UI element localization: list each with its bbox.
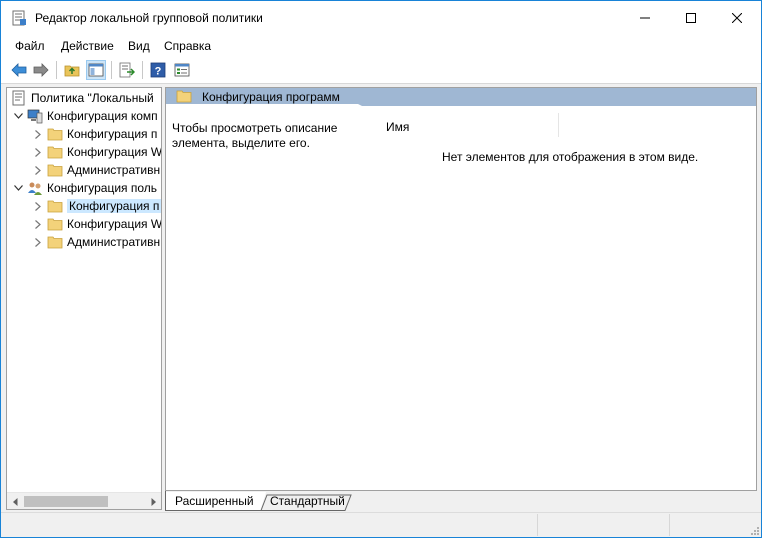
app-window: Редактор локальной групповой политики Фа… <box>0 0 762 538</box>
details-header: Конфигурация программ <box>166 88 756 106</box>
column-name-label: Имя <box>386 120 410 134</box>
tree-item-label: Административн <box>67 235 161 249</box>
up-folder-icon <box>64 65 80 77</box>
view-tabs: Расширенный Стандартный <box>165 491 757 511</box>
chevron-right-icon[interactable] <box>33 233 43 251</box>
status-bar <box>1 512 761 537</box>
menu-file[interactable]: Файл <box>15 39 45 53</box>
tree-item-label: Конфигурация W <box>67 217 162 231</box>
menu-help[interactable]: Справка <box>164 39 211 53</box>
tree-pane: Политика "Локальный Конфигурация комп Ко… <box>6 87 162 510</box>
chevron-down-icon[interactable] <box>13 107 23 125</box>
menu-action[interactable]: Действие <box>61 39 114 53</box>
tree-item-computer-software[interactable]: Конфигурация п <box>33 125 157 143</box>
maximize-icon <box>686 13 696 23</box>
details-title: Конфигурация программ <box>202 90 340 104</box>
tree-item-label: Конфигурация поль <box>47 181 158 195</box>
forward-button[interactable] <box>31 60 51 80</box>
tree-item-computer-config[interactable]: Конфигурация комп <box>13 107 158 125</box>
tree-item-user-windows[interactable]: Конфигурация W <box>33 215 162 233</box>
chevron-right-icon[interactable] <box>33 161 43 179</box>
tree-item-user-config[interactable]: Конфигурация поль <box>13 179 157 197</box>
show-hide-tree-icon <box>88 63 104 77</box>
properties-view-button[interactable] <box>172 60 192 80</box>
scroll-right-icon[interactable] <box>145 493 161 509</box>
tab-extended-label: Расширенный <box>175 494 254 508</box>
chevron-right-icon[interactable] <box>33 215 43 233</box>
users-icon <box>27 180 43 196</box>
tree-item-label: Конфигурация W <box>67 145 162 159</box>
folder-icon <box>47 234 63 250</box>
policy-editor-icon <box>11 10 27 26</box>
tree-item-label: Конфигурация комп <box>47 109 158 123</box>
minimize-button[interactable] <box>622 1 668 35</box>
status-cell <box>537 514 669 536</box>
folder-icon <box>176 89 192 106</box>
header-notch <box>356 103 756 106</box>
chevron-down-icon[interactable] <box>13 179 23 197</box>
folder-icon <box>47 216 63 232</box>
computer-icon <box>27 108 43 124</box>
tree-item-user-software[interactable]: Конфигурация п <box>33 197 161 215</box>
back-button[interactable] <box>9 60 29 80</box>
column-header-name[interactable]: Имя <box>378 113 559 137</box>
details-pane: Конфигурация программ Чтобы просмотреть … <box>165 87 757 491</box>
back-arrow-icon <box>11 63 27 77</box>
tab-standard[interactable]: Стандартный <box>270 491 345 511</box>
export-list-button[interactable] <box>117 60 137 80</box>
tree-item-label: Политика "Локальный <box>31 91 154 105</box>
properties-view-icon <box>174 63 190 77</box>
folder-icon <box>47 198 63 214</box>
scroll-left-icon[interactable] <box>7 493 23 509</box>
menu-view[interactable]: Вид <box>128 39 150 53</box>
help-button[interactable]: ? <box>148 60 168 80</box>
minimize-icon <box>640 17 650 19</box>
up-folder-button[interactable] <box>62 60 82 80</box>
forward-arrow-icon <box>33 63 49 77</box>
tree-item-label: Административн <box>67 163 161 177</box>
tree-item-user-admin[interactable]: Административн <box>33 233 160 251</box>
menu-bar: Файл Действие Вид Справка <box>1 35 761 57</box>
toolbar-separator <box>142 61 143 79</box>
chevron-right-icon[interactable] <box>33 197 43 215</box>
scrollbar-thumb[interactable] <box>24 496 108 507</box>
export-list-icon <box>119 62 135 78</box>
tree-item-label: Конфигурация п <box>67 199 161 213</box>
help-icon: ? <box>150 62 166 78</box>
tree-item-computer-admin[interactable]: Административн <box>33 161 160 179</box>
tree-horizontal-scrollbar[interactable] <box>7 492 161 509</box>
svg-text:?: ? <box>155 66 162 78</box>
window-title: Редактор локальной групповой политики <box>35 11 263 25</box>
close-button[interactable] <box>714 1 760 35</box>
folder-icon <box>47 162 63 178</box>
resize-grip-icon[interactable] <box>749 525 759 535</box>
chevron-right-icon[interactable] <box>33 143 43 161</box>
toolbar-separator <box>56 61 57 79</box>
status-cell <box>669 514 757 536</box>
empty-list-message: Нет элементов для отображения в этом вид… <box>442 150 699 164</box>
column-divider[interactable] <box>558 113 559 137</box>
toolbar: ? <box>1 57 761 84</box>
maximize-button[interactable] <box>668 1 714 35</box>
close-icon <box>732 13 742 23</box>
description-text: Чтобы просмотреть описание элемента, выд… <box>172 121 338 150</box>
toolbar-separator <box>111 61 112 79</box>
show-hide-tree-button[interactable] <box>86 60 106 80</box>
title-bar: Редактор локальной групповой политики <box>1 1 761 35</box>
policy-document-icon <box>11 90 27 106</box>
tree-item-computer-windows[interactable]: Конфигурация W <box>33 143 162 161</box>
tab-extended[interactable]: Расширенный <box>175 491 254 511</box>
folder-icon <box>47 144 63 160</box>
tree-item-label: Конфигурация п <box>67 127 158 141</box>
folder-icon <box>47 126 63 142</box>
tab-standard-label: Стандартный <box>270 494 345 508</box>
tree-item-root[interactable]: Политика "Локальный <box>11 89 154 107</box>
chevron-right-icon[interactable] <box>33 125 43 143</box>
